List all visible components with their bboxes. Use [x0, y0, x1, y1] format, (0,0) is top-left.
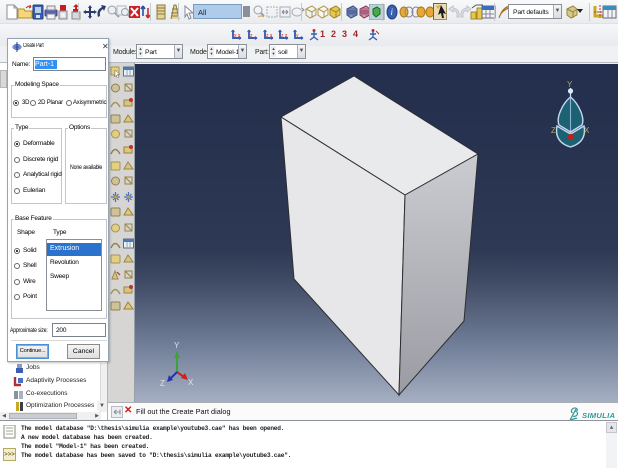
svg-text:x x: x x	[234, 33, 241, 39]
svg-text:z x: z x	[266, 33, 273, 39]
svg-text:SIMULIA: SIMULIA	[582, 411, 615, 420]
svg-text:X: X	[188, 378, 194, 387]
svg-text:X: X	[584, 126, 590, 135]
svg-text:Y: Y	[174, 341, 180, 350]
svg-text:z z: z z	[281, 33, 288, 39]
svg-text:Z: Z	[160, 379, 165, 388]
svg-text:Y: Y	[567, 80, 573, 89]
svg-text:Z: Z	[551, 126, 556, 135]
